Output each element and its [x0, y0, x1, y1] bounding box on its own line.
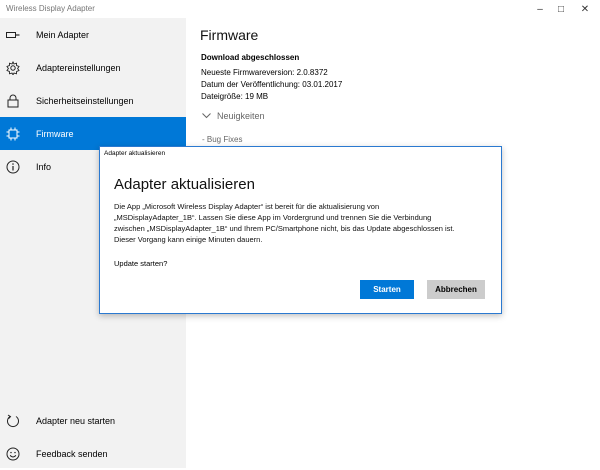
minimize-icon: – [537, 3, 543, 15]
firmware-version: Neueste Firmwareversion: 2.0.8372 [201, 68, 328, 77]
dialog-message-line: Die App „Microsoft Wireless Display Adap… [114, 202, 380, 211]
bug-fixes-text: - Bug Fixes [202, 135, 243, 144]
chevron-down-icon [202, 113, 211, 119]
download-status: Download abgeschlossen [201, 53, 300, 62]
start-button[interactable]: Starten [360, 280, 414, 299]
sidebar-item-sicherheitseinstellungen[interactable]: Sicherheitseinstellungen [0, 84, 186, 117]
dialog-message-line: Dieser Vorgang kann einige Minuten dauer… [114, 235, 263, 244]
display-adapter-icon [6, 28, 20, 42]
sidebar-item-label: Sicherheitseinstellungen [36, 95, 134, 106]
dialog-window-title: Adapter aktualisieren [104, 150, 166, 157]
sidebar-item-adapter-neu-starten[interactable]: Adapter neu starten [0, 404, 186, 437]
whats-new-expander[interactable]: Neuigkeiten [202, 111, 265, 121]
sidebar-item-label: Adapter neu starten [36, 415, 116, 426]
dialog-message: Die App „Microsoft Wireless Display Adap… [114, 201, 489, 245]
sidebar-item-mein-adapter[interactable]: Mein Adapter [0, 18, 186, 51]
page-title: Firmware [200, 27, 259, 43]
info-icon [6, 160, 20, 174]
file-size: Dateigröße: 19 MB [201, 92, 269, 101]
sidebar-item-label: Firmware [36, 128, 74, 139]
lock-icon [6, 94, 20, 108]
sidebar-item-label: Feedback senden [36, 448, 108, 459]
sidebar-item-feedback-senden[interactable]: Feedback senden [0, 437, 186, 470]
cancel-button[interactable]: Abbrechen [427, 280, 485, 299]
expander-label: Neuigkeiten [217, 111, 265, 121]
sidebar-item-label: Adaptereinstellungen [36, 62, 121, 73]
dialog-heading: Adapter aktualisieren [114, 176, 255, 193]
dialog-message-line: zwischen „MSDisplayAdapter_1B“ und Ihrem… [114, 224, 455, 233]
sidebar-item-label: Mein Adapter [36, 29, 90, 40]
sidebar-item-label: Info [36, 161, 52, 172]
window-title: Wireless Display Adapter [6, 4, 95, 13]
title-bar: Wireless Display Adapter – □ ✕ [0, 0, 600, 18]
close-icon: ✕ [580, 3, 590, 15]
gear-icon [6, 60, 20, 75]
chip-icon [6, 127, 20, 141]
dialog-question: Update starten? [114, 259, 168, 268]
smiley-icon [6, 447, 20, 461]
dialog-message-line: „MSDisplayAdapter_1B“. Lassen Sie diese … [114, 213, 432, 222]
close-button[interactable]: ✕ [570, 0, 600, 18]
sidebar-item-adaptereinstellungen[interactable]: Adaptereinstellungen [0, 51, 186, 84]
maximize-icon: □ [557, 3, 565, 15]
update-dialog: Adapter aktualisieren Adapter aktualisie… [99, 146, 502, 314]
restart-icon [6, 414, 20, 428]
release-date: Datum der Veröffentlichung: 03.01.2017 [201, 80, 343, 89]
